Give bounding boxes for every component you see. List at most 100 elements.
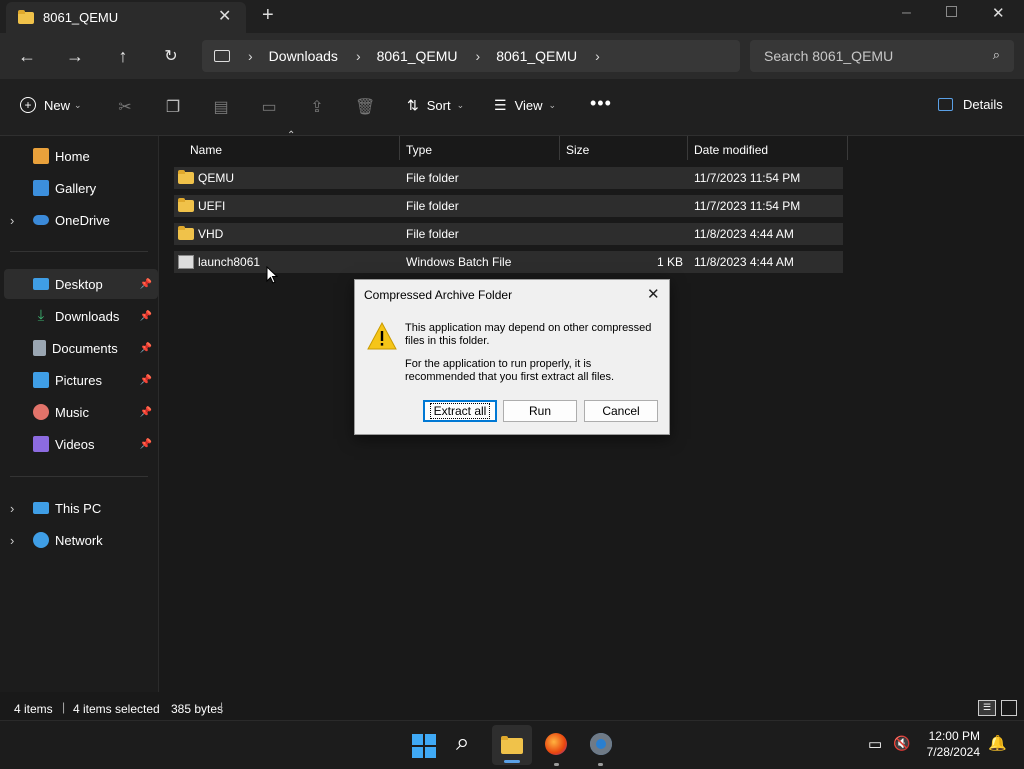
chevron-right-icon: › bbox=[248, 48, 253, 64]
settings-gear-icon[interactable] bbox=[590, 733, 612, 755]
minimize-icon[interactable]: – bbox=[902, 4, 911, 22]
column-divider[interactable] bbox=[399, 136, 400, 160]
copy-icon[interactable]: ❐ bbox=[163, 97, 183, 117]
pin-icon: 📌 bbox=[139, 310, 152, 322]
sidebar-item-home[interactable]: Home bbox=[0, 141, 158, 171]
running-indicator bbox=[598, 763, 603, 766]
chevron-down-icon: ⌄ bbox=[548, 100, 557, 110]
sidebar-item-label: Videos bbox=[55, 436, 95, 452]
column-header-type[interactable]: Type bbox=[406, 138, 432, 162]
details-view-icon[interactable]: ☰ bbox=[978, 700, 996, 716]
file-explorer-taskbar-button[interactable] bbox=[492, 725, 532, 765]
run-button[interactable]: Run bbox=[503, 400, 577, 422]
clock-date[interactable]: 7/28/2024 bbox=[918, 745, 980, 759]
sidebar-item-network[interactable]: › Network bbox=[0, 525, 158, 555]
running-indicator bbox=[554, 763, 559, 766]
batch-file-icon bbox=[178, 255, 194, 269]
music-icon bbox=[33, 404, 49, 420]
onedrive-icon bbox=[33, 215, 49, 225]
delete-icon[interactable]: 🗑 bbox=[355, 97, 375, 117]
refresh-icon[interactable]: ↻ bbox=[156, 41, 186, 71]
sidebar-item-music[interactable]: Music 📌 bbox=[0, 397, 158, 427]
file-name: UEFI bbox=[198, 199, 226, 213]
sidebar-item-label: Home bbox=[55, 148, 90, 164]
breadcrumb-8061-qemu[interactable]: 8061_QEMU bbox=[377, 48, 458, 64]
dialog-close-icon[interactable]: ✕ bbox=[647, 285, 660, 303]
notification-bell-icon[interactable]: 🔔 bbox=[988, 734, 1007, 752]
folder-icon bbox=[178, 170, 194, 184]
file-date: 11/7/2023 11:54 PM bbox=[694, 199, 801, 213]
column-divider[interactable] bbox=[847, 136, 848, 160]
close-window-icon[interactable]: ✕ bbox=[992, 4, 1005, 22]
up-icon[interactable]: ↑ bbox=[108, 41, 138, 71]
tiles-view-icon[interactable] bbox=[1001, 700, 1017, 716]
sidebar-item-label: Gallery bbox=[55, 180, 97, 196]
network-icon bbox=[33, 532, 49, 548]
dialog-message-1: This application may depend on other com… bbox=[405, 322, 652, 347]
restore-icon[interactable] bbox=[946, 6, 957, 17]
videos-icon bbox=[33, 436, 49, 452]
breadcrumb-8061-qemu-current[interactable]: 8061_QEMU bbox=[496, 48, 577, 64]
file-date: 11/8/2023 4:44 AM bbox=[694, 227, 794, 241]
firefox-icon[interactable] bbox=[545, 733, 567, 755]
sidebar-item-onedrive[interactable]: › OneDrive bbox=[0, 205, 158, 235]
more-options-icon[interactable]: ••• bbox=[590, 93, 612, 114]
volume-muted-icon[interactable]: 🔇 bbox=[893, 735, 910, 752]
sidebar-item-this-pc[interactable]: › This PC bbox=[0, 493, 158, 523]
command-bar: + New ⌄ ✂ ❐ ▤ ▭ ⇪ 🗑 ⇅ Sort ⌄ ☰ View ⌄ ••… bbox=[0, 79, 1024, 136]
warning-icon bbox=[367, 322, 397, 350]
new-button[interactable]: + New ⌄ bbox=[20, 97, 82, 113]
new-tab-icon[interactable]: + bbox=[262, 4, 274, 27]
table-row[interactable]: QEMU File folder 11/7/2023 11:54 PM bbox=[174, 167, 843, 189]
cancel-label: Cancel bbox=[602, 404, 640, 418]
details-button[interactable]: Details bbox=[938, 97, 1003, 112]
address-bar[interactable]: › Downloads › 8061_QEMU › 8061_QEMU › bbox=[202, 40, 740, 72]
folder-icon bbox=[178, 198, 194, 212]
column-divider[interactable] bbox=[559, 136, 560, 160]
column-header-name[interactable]: Name bbox=[190, 138, 222, 162]
file-date: 11/8/2023 4:44 AM bbox=[694, 255, 794, 269]
run-label: Run bbox=[528, 404, 551, 418]
rename-icon[interactable]: ▭ bbox=[259, 97, 279, 117]
forward-icon[interactable]: → bbox=[60, 41, 90, 71]
chevron-right-icon[interactable]: › bbox=[595, 48, 600, 64]
sidebar-item-downloads[interactable]: ⤓ Downloads 📌 bbox=[0, 301, 158, 331]
sidebar-item-gallery[interactable]: Gallery bbox=[0, 173, 158, 203]
chevron-right-icon[interactable]: › bbox=[10, 501, 14, 516]
chevron-right-icon: › bbox=[475, 48, 481, 64]
file-explorer-icon bbox=[501, 736, 523, 754]
search-input[interactable]: Search 8061_QEMU ⌕ bbox=[750, 40, 1014, 72]
chevron-right-icon[interactable]: › bbox=[10, 533, 14, 548]
tab-8061-qemu[interactable]: 8061_QEMU ✕ bbox=[6, 2, 246, 33]
network-status-icon[interactable]: ▭ bbox=[868, 735, 882, 753]
start-icon[interactable] bbox=[412, 734, 436, 758]
share-icon[interactable]: ⇪ bbox=[307, 97, 327, 117]
paste-icon[interactable]: ▤ bbox=[211, 97, 231, 117]
pin-icon: 📌 bbox=[139, 342, 152, 354]
tab-title: 8061_QEMU bbox=[43, 10, 119, 25]
breadcrumb-downloads[interactable]: Downloads bbox=[269, 48, 338, 64]
sidebar-item-desktop[interactable]: Desktop 📌 bbox=[4, 269, 158, 299]
home-icon bbox=[33, 148, 49, 164]
cancel-button[interactable]: Cancel bbox=[584, 400, 658, 422]
search-icon[interactable]: ⌕ bbox=[456, 729, 469, 757]
extract-all-button[interactable]: Extract all bbox=[423, 400, 497, 422]
table-row[interactable]: UEFI File folder 11/7/2023 11:54 PM bbox=[174, 195, 843, 217]
clock-time[interactable]: 12:00 PM bbox=[928, 729, 980, 743]
table-row[interactable]: VHD File folder 11/8/2023 4:44 AM bbox=[174, 223, 843, 245]
sidebar-item-documents[interactable]: Documents 📌 bbox=[0, 333, 158, 363]
back-icon[interactable]: ← bbox=[12, 41, 42, 71]
view-button[interactable]: ☰ View ⌄ bbox=[494, 97, 556, 114]
column-divider[interactable] bbox=[687, 136, 688, 160]
sidebar-item-label: Network bbox=[55, 532, 103, 548]
close-tab-icon[interactable]: ✕ bbox=[218, 6, 231, 26]
chevron-right-icon[interactable]: › bbox=[10, 213, 14, 228]
column-header-date-modified[interactable]: Date modified bbox=[694, 138, 768, 162]
cut-icon[interactable]: ✂ bbox=[115, 97, 135, 117]
sidebar-item-pictures[interactable]: Pictures 📌 bbox=[0, 365, 158, 395]
sidebar-item-label: Pictures bbox=[55, 372, 102, 388]
sort-button[interactable]: ⇅ Sort ⌄ bbox=[407, 97, 464, 114]
sidebar-item-videos[interactable]: Videos 📌 bbox=[0, 429, 158, 459]
chevron-right-icon: › bbox=[355, 48, 361, 64]
column-header-size[interactable]: Size bbox=[566, 138, 589, 162]
